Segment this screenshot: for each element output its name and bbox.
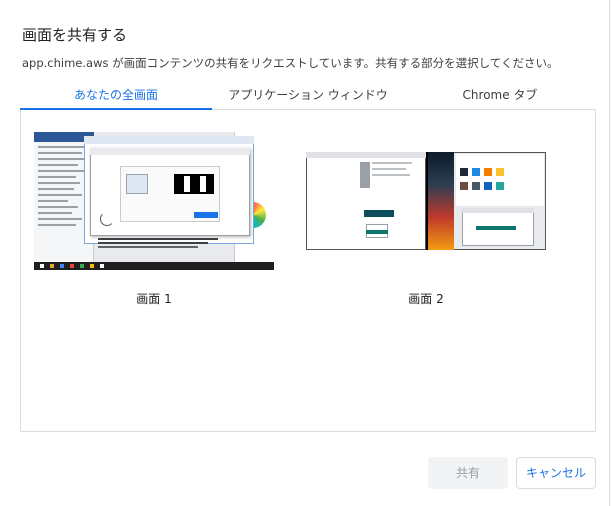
screen-list-panel: 画面 1 画面 2 <box>20 110 596 432</box>
screen-1-label: 画面 1 <box>136 292 172 306</box>
cancel-button[interactable]: キャンセル <box>516 457 596 489</box>
tab-application-window[interactable]: アプリケーション ウィンドウ <box>212 84 404 110</box>
screen-2-option[interactable]: 画面 2 <box>306 132 546 306</box>
screen-1-thumbnail <box>34 132 274 270</box>
share-screen-dialog: 画面を共有する app.chime.aws が画面コンテンツの共有をリクエストし… <box>0 0 610 506</box>
share-button[interactable]: 共有 <box>428 457 508 489</box>
screen-2-label: 画面 2 <box>408 292 444 306</box>
dialog-title: 画面を共有する <box>22 26 128 44</box>
dialog-subtitle: app.chime.aws が画面コンテンツの共有をリクエストしています。共有す… <box>22 56 559 70</box>
screen-2-thumbnail <box>306 132 546 270</box>
tab-chrome-tab[interactable]: Chrome タブ <box>404 84 596 110</box>
screen-1-option[interactable]: 画面 1 <box>34 132 274 306</box>
source-tabs: あなたの全画面 アプリケーション ウィンドウ Chrome タブ <box>20 84 596 110</box>
tab-entire-screen[interactable]: あなたの全画面 <box>20 84 212 110</box>
